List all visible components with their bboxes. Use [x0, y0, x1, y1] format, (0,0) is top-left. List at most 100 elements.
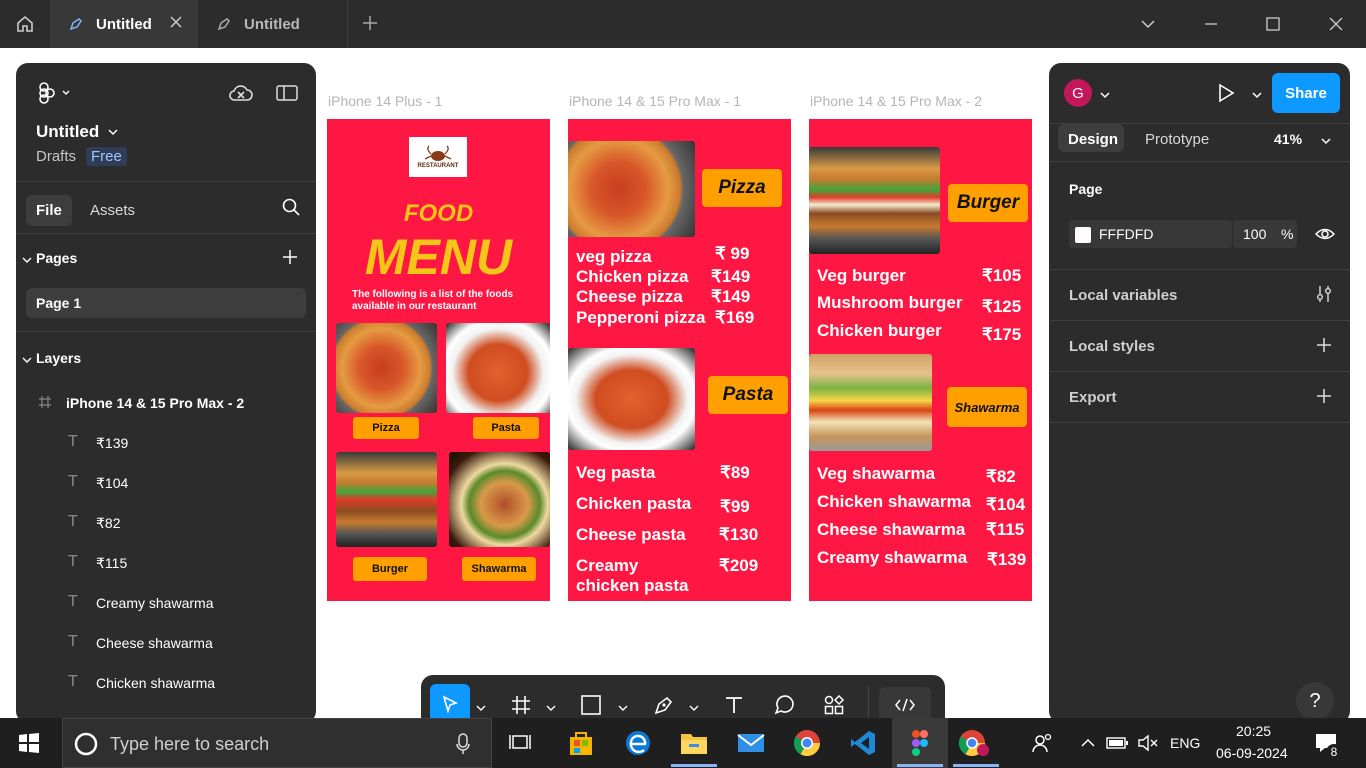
- home-button[interactable]: [0, 0, 50, 48]
- new-tab-button[interactable]: [360, 13, 380, 38]
- tab-design[interactable]: Design: [1068, 131, 1118, 148]
- frame-label[interactable]: iPhone 14 & 15 Pro Max - 1: [569, 93, 741, 109]
- add-export-icon[interactable]: [1316, 388, 1332, 409]
- pizza-photo: [336, 323, 437, 413]
- file-explorer-icon[interactable]: [677, 727, 711, 759]
- file-location[interactable]: Drafts: [36, 148, 76, 165]
- category-pill-pasta: Pasta: [473, 417, 539, 439]
- pen-tool-icon[interactable]: [653, 694, 675, 721]
- chevron-down-icon[interactable]: [1320, 134, 1332, 152]
- chrome-icon[interactable]: [790, 727, 824, 759]
- comment-tool-icon[interactable]: [773, 694, 795, 721]
- search-icon[interactable]: [281, 197, 301, 222]
- task-view-icon[interactable]: [503, 727, 537, 759]
- chevron-down-icon[interactable]: [618, 700, 628, 718]
- chrome-profile-icon[interactable]: [957, 727, 991, 759]
- eye-icon[interactable]: [1314, 224, 1336, 249]
- frame-tool-icon[interactable]: [510, 694, 532, 721]
- local-styles-label[interactable]: Local styles: [1069, 338, 1155, 355]
- help-button[interactable]: ?: [1296, 682, 1334, 720]
- chevron-down-icon[interactable]: [1099, 88, 1111, 106]
- microphone-icon[interactable]: [455, 732, 471, 756]
- variables-adjust-icon[interactable]: [1315, 284, 1333, 309]
- frame-iphone-pro-max-1[interactable]: Pizza veg pizza ₹ 99 Chicken pizza ₹149 …: [568, 119, 791, 601]
- menu-item-price: ₹149: [711, 267, 751, 286]
- add-style-icon[interactable]: [1316, 337, 1332, 358]
- layer-frame[interactable]: iPhone 14 & 15 Pro Max - 2: [66, 395, 244, 411]
- bg-opacity-field[interactable]: 100 %: [1232, 220, 1297, 248]
- people-icon[interactable]: [1026, 727, 1060, 759]
- bg-color-field[interactable]: FFFDFD: [1069, 220, 1232, 248]
- frame-label[interactable]: iPhone 14 & 15 Pro Max - 2: [810, 93, 982, 109]
- left-panel: Untitled Drafts Free File Assets Pages P…: [16, 63, 316, 723]
- menu-item-price: ₹99: [720, 497, 750, 516]
- frame-iphone-pro-max-2[interactable]: Burger Veg burger ₹105 Mushroom burger ₹…: [809, 119, 1032, 601]
- clock-time[interactable]: 20:25: [1236, 723, 1271, 739]
- chevron-down-icon[interactable]: [1251, 88, 1263, 106]
- share-button[interactable]: Share: [1272, 73, 1340, 113]
- text-layer-icon: T: [68, 553, 78, 570]
- rectangle-tool-icon[interactable]: [580, 694, 602, 721]
- menu-item-price: ₹ 99: [715, 244, 750, 263]
- menu-item-price: ₹104: [986, 495, 1026, 514]
- zoom-level[interactable]: 41%: [1274, 131, 1302, 147]
- plus-icon: [363, 16, 377, 30]
- chevron-down-icon[interactable]: [546, 700, 556, 718]
- close-window-button[interactable]: [1326, 14, 1346, 39]
- tab-untitled[interactable]: Untitled: [198, 0, 348, 48]
- minimize-button[interactable]: [1201, 14, 1221, 39]
- clock-date[interactable]: 06-09-2024: [1216, 745, 1288, 761]
- color-swatch[interactable]: [1075, 227, 1091, 243]
- file-name[interactable]: Untitled: [36, 122, 99, 142]
- language-indicator[interactable]: ENG: [1170, 735, 1200, 751]
- play-icon[interactable]: [1215, 82, 1237, 109]
- menu-item-name: Chicken burger: [817, 321, 942, 340]
- burger-photo: [336, 452, 437, 547]
- edge-icon[interactable]: [621, 727, 655, 759]
- battery-icon[interactable]: [1101, 727, 1135, 759]
- chevron-down-icon[interactable]: [476, 700, 486, 718]
- figma-logo-icon: [39, 82, 70, 104]
- avatar[interactable]: G: [1064, 79, 1092, 107]
- frame-iphone-14-plus-1[interactable]: RESTAURANT FOOD MENU The following is a …: [327, 119, 550, 601]
- local-variables-label[interactable]: Local variables: [1069, 287, 1177, 304]
- store-icon[interactable]: [564, 727, 598, 759]
- windows-start-icon[interactable]: [18, 732, 40, 759]
- title-bar: Untitled Untitled: [0, 0, 1366, 48]
- add-page-icon[interactable]: [282, 249, 298, 270]
- chevron-down-icon[interactable]: [22, 252, 32, 270]
- menu-item-price: ₹82: [986, 467, 1016, 486]
- figma-app-icon[interactable]: [903, 727, 937, 759]
- pen-icon: [216, 16, 232, 32]
- figma-menu-button[interactable]: [36, 82, 72, 109]
- close-tab-icon[interactable]: [169, 15, 183, 33]
- plan-badge[interactable]: Free: [86, 147, 127, 166]
- cloud-offline-icon[interactable]: [228, 81, 254, 110]
- chevron-down-icon[interactable]: [1138, 14, 1158, 39]
- frame-label[interactable]: iPhone 14 Plus - 1: [328, 93, 442, 109]
- menu-item-name: Chicken shawarma: [817, 492, 972, 511]
- category-pill-pizza: Pizza: [353, 417, 419, 439]
- restaurant-logo: RESTAURANT: [409, 137, 467, 177]
- text-tool-icon[interactable]: [723, 694, 745, 721]
- volume-muted-icon[interactable]: [1131, 727, 1165, 759]
- tab-prototype[interactable]: Prototype: [1145, 131, 1209, 148]
- burger-photo: [809, 147, 940, 254]
- chevron-up-icon[interactable]: [1071, 727, 1105, 759]
- cursor-icon: [442, 695, 459, 714]
- sidebar-toggle-icon[interactable]: [276, 83, 298, 108]
- chevron-down-icon[interactable]: [689, 700, 699, 718]
- maximize-button[interactable]: [1263, 14, 1283, 39]
- taskbar-search-box[interactable]: Type here to search: [62, 718, 492, 768]
- vscode-icon[interactable]: [846, 727, 880, 759]
- plugins-icon[interactable]: [823, 694, 845, 721]
- mail-icon[interactable]: [734, 727, 768, 759]
- tab-file[interactable]: File: [26, 195, 72, 226]
- page-item-page-1[interactable]: Page 1: [26, 288, 306, 318]
- tab-untitled-active[interactable]: Untitled: [50, 0, 198, 48]
- export-label[interactable]: Export: [1069, 389, 1117, 406]
- chevron-down-icon[interactable]: [107, 125, 119, 143]
- tab-assets[interactable]: Assets: [90, 202, 135, 219]
- section-title-shawarma: Shawarma: [947, 387, 1027, 427]
- chevron-down-icon[interactable]: [22, 352, 32, 370]
